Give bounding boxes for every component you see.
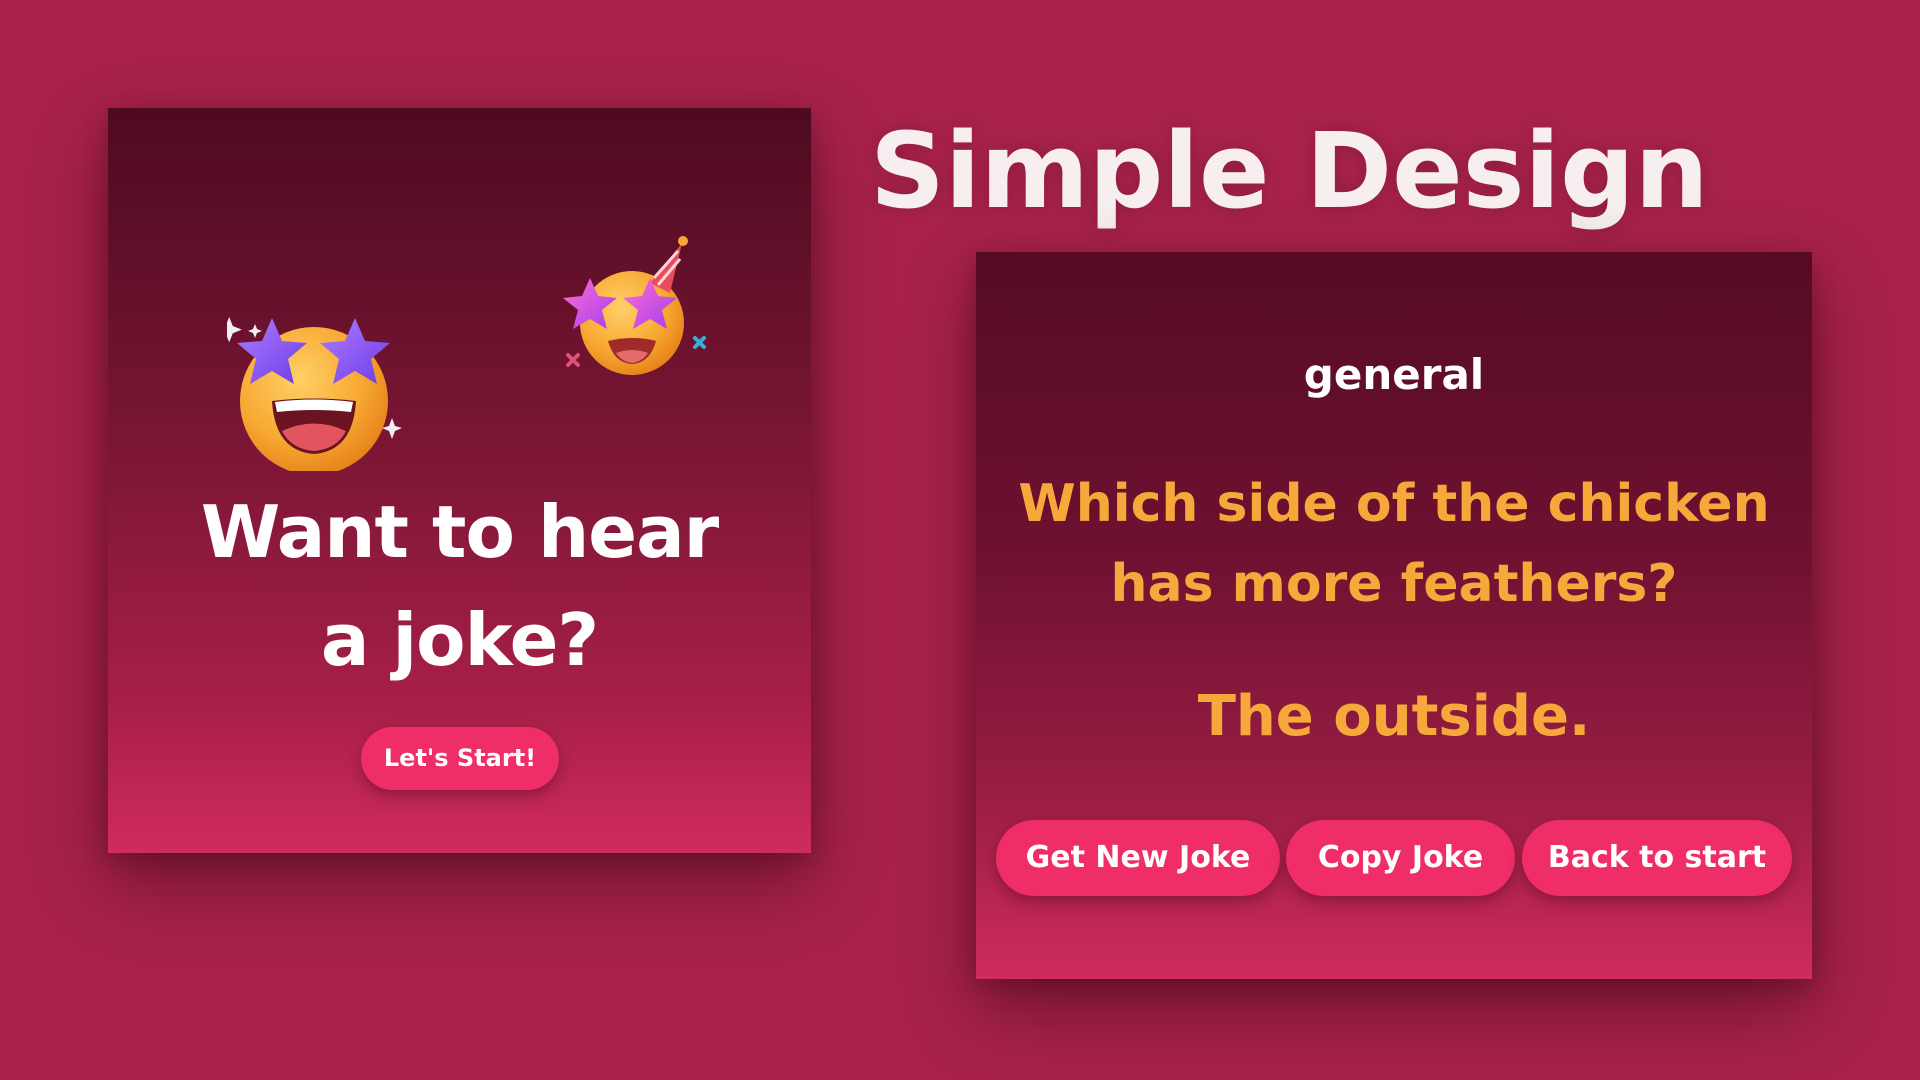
start-title-line-1: Want to hear — [200, 490, 719, 574]
start-title: Want to hear a joke? — [108, 478, 811, 694]
joke-setup: Which side of the chicken has more feath… — [996, 464, 1792, 624]
joke-category: general — [1303, 350, 1485, 399]
lets-start-button[interactable]: Let's Start! — [361, 727, 559, 790]
joke-punchline: The outside. — [1197, 684, 1591, 749]
page-headline: Simple Design — [870, 110, 1709, 232]
joke-setup-line-1: Which side of the chicken — [1018, 474, 1770, 534]
get-new-joke-button[interactable]: Get New Joke — [996, 820, 1280, 896]
party-star-emoji-icon — [563, 236, 706, 375]
joke-card: general Which side of the chicken has mo… — [976, 252, 1812, 979]
copy-joke-button[interactable]: Copy Joke — [1286, 820, 1515, 896]
joke-setup-line-2: has more feathers? — [1110, 554, 1678, 614]
start-title-line-2: a joke? — [320, 598, 599, 682]
start-card: Want to hear a joke? Let's Start! — [108, 108, 811, 853]
back-to-start-button[interactable]: Back to start — [1522, 820, 1792, 896]
star-struck-emoji-icon — [227, 317, 402, 471]
